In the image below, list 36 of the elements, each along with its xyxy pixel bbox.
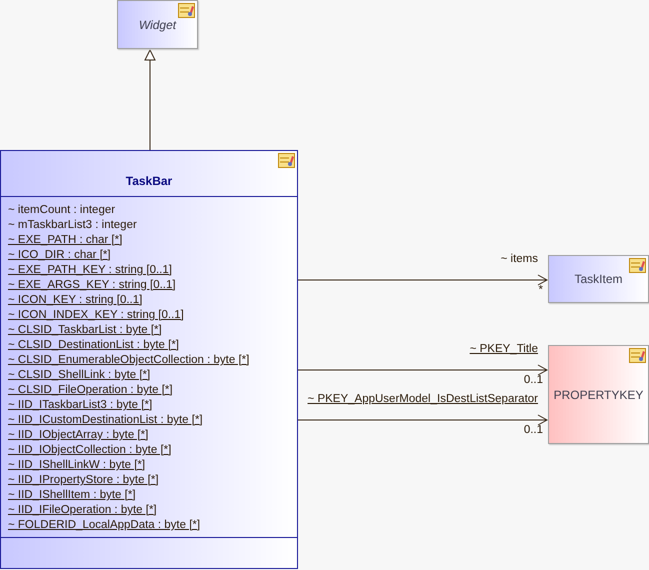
attribute: ~ ICO_DIR : char [*] (8, 248, 111, 263)
class-icon (629, 258, 646, 273)
attribute: ~ IID_IObjectCollection : byte [*] (8, 443, 172, 458)
multiplicity-label: 0..1 (524, 424, 543, 436)
attribute: ~ mTaskbarList3 : integer (8, 218, 137, 233)
attribute: ~ IID_IShellItem : byte [*] (8, 488, 136, 503)
attribute: ~ CLSID_EnumerableObjectCollection : byte [*] (8, 353, 250, 368)
class-icon (178, 3, 195, 18)
attribute: ~ IID_IObjectArray : byte [*] (8, 428, 148, 443)
class-name: TaskItem (574, 272, 622, 286)
attribute: ~ EXE_ARGS_KEY : string [0..1] (8, 278, 176, 293)
attribute: ~ IID_IShellLinkW : byte [*] (8, 458, 146, 473)
class-icon (629, 348, 646, 363)
class-name: Widget (138, 18, 176, 32)
attribute: ~ ICON_INDEX_KEY : string [0..1] (8, 308, 184, 323)
attribute: ~ IID_ICustomDestinationList : byte [*] (8, 413, 203, 428)
attribute: ~ EXE_PATH : char [*] (8, 233, 122, 248)
class-name: TaskBar (126, 174, 172, 188)
attribute: ~ ICON_KEY : string [0..1] (8, 293, 142, 308)
attribute: ~ IID_IFileOperation : byte [*] (8, 503, 157, 518)
role-label: ~ PKEY_AppUserModel_IsDestListSeparator (308, 393, 538, 405)
class-name: PROPERTYKEY (554, 388, 644, 402)
attribute: ~ IID_ITaskbarList3 : byte [*] (8, 398, 152, 413)
multiplicity-label: 0..1 (524, 374, 543, 386)
attribute: ~ CLSID_ShellLink : byte [*] (8, 368, 150, 383)
class-icon (278, 153, 295, 168)
multiplicity-label: * (538, 284, 543, 296)
attribute: ~ itemCount : integer (8, 203, 116, 218)
attribute: ~ EXE_PATH_KEY : string [0..1] (8, 263, 172, 278)
role-label: ~ items (500, 253, 538, 265)
attribute: ~ CLSID_FileOperation : byte [*] (8, 383, 173, 398)
attribute: ~ FOLDERID_LocalAppData : byte [*] (8, 518, 200, 533)
role-label: ~ PKEY_Title (470, 343, 538, 355)
attribute: ~ CLSID_DestinationList : byte [*] (8, 338, 179, 353)
attribute: ~ CLSID_TaskbarList : byte [*] (8, 323, 162, 338)
attribute: ~ IID_IPropertyStore : byte [*] (8, 473, 159, 488)
